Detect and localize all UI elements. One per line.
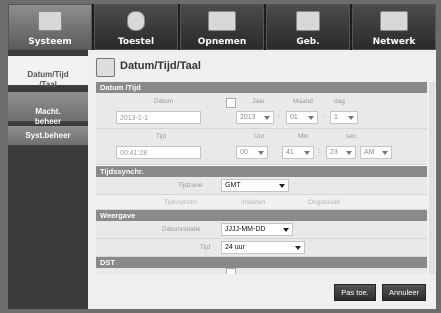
year-select[interactable]: 2013: [236, 111, 274, 124]
rec-icon: [208, 11, 236, 31]
time-format-select[interactable]: 24 uur: [221, 241, 305, 254]
second-select[interactable]: 23: [326, 146, 356, 159]
year-value: 2013: [240, 114, 256, 121]
tab-label: Opnemen: [197, 37, 247, 47]
sidebar-item-macht-beheer[interactable]: Macht. beheer: [8, 92, 88, 126]
section-header-weergave: Weergave: [96, 210, 427, 221]
tab-toestel[interactable]: Toestel: [94, 4, 178, 50]
monitor-icon: [38, 11, 62, 31]
page-title: Datum/Tijd/Taal: [120, 60, 201, 72]
main-tab-bar: Systeem Toestel Opnemen Geb. Netwerk: [8, 4, 436, 50]
timezone-label: Tijdzone: [178, 182, 203, 189]
date-separator: -: [278, 113, 281, 120]
date-row: Datum 2013-1-1 Jaar Maand dag 2013 - 01 …: [96, 93, 427, 129]
date-checkbox[interactable]: [226, 98, 236, 108]
time-format-value: 24 uur: [225, 244, 245, 251]
time-sync-label: Tijdssynchr.: [164, 199, 199, 206]
day-value: 1: [334, 114, 338, 121]
minute-label: Min: [298, 133, 309, 140]
tab-label: Systeem: [28, 37, 72, 47]
timezone-select[interactable]: GMT: [221, 179, 289, 192]
day-label: dag: [334, 98, 345, 105]
network-icon: [380, 11, 408, 31]
date-label: Datum: [154, 98, 174, 105]
sidebar-item-datum-tijd-taal[interactable]: Datum/Tijd /Taal: [8, 56, 88, 89]
sidebar-item-label: Syst.beheer: [25, 131, 71, 140]
sidebar-item-label: Datum/Tijd /Taal: [27, 70, 69, 89]
settings-icon: [96, 58, 115, 77]
minute-select[interactable]: 41: [282, 146, 314, 159]
month-select[interactable]: 01: [286, 111, 318, 124]
time-sync-setup-button[interactable]: Instellen: [241, 199, 265, 206]
settings-form: Datum /Tijd Datum 2013-1-1 Jaar Maand da…: [96, 82, 427, 274]
chevron-down-icon: [283, 228, 289, 232]
minute-value: 41: [286, 149, 294, 156]
event-icon: [296, 11, 320, 31]
chevron-down-icon: [346, 151, 352, 155]
time-label: Tijd: [156, 133, 167, 140]
camera-icon: [127, 11, 145, 31]
time-format-row: Tijd 24 uur: [96, 239, 427, 257]
tab-geb[interactable]: Geb.: [266, 4, 350, 50]
second-label: sec.: [346, 133, 358, 140]
time-format-label: Tijd: [200, 244, 211, 251]
day-select[interactable]: 1: [330, 111, 358, 124]
cancel-button[interactable]: Annuleer: [382, 284, 426, 301]
panel-header: Datum/Tijd/Taal: [94, 57, 430, 77]
chevron-down-icon: [258, 151, 264, 155]
ampm-value: AM: [364, 149, 375, 156]
dst-checkbox[interactable]: [226, 268, 236, 274]
sidebar-item-label: Macht. beheer: [34, 107, 62, 126]
date-format-value: JJJJ-MM-DD: [225, 226, 266, 233]
hour-select[interactable]: 00: [236, 146, 268, 159]
time-field[interactable]: 00:41:28: [116, 146, 201, 159]
time-sync-row: Tijdssynchr. Instellen Ongebruikt: [96, 195, 427, 210]
screen-frame: Systeem Toestel Opnemen Geb. Netwerk Dat…: [0, 0, 441, 313]
chevron-down-icon: [382, 151, 388, 155]
settings-panel: Datum/Tijd/Taal Datum /Tijd Datum 2013-1…: [88, 50, 436, 309]
tab-label: Toestel: [117, 37, 155, 47]
hour-label: Uur: [254, 133, 265, 140]
apply-button[interactable]: Pas toe.: [334, 284, 376, 301]
chevron-down-icon: [264, 116, 270, 120]
section-header-tijdssynchr: Tijdssynchr.: [96, 166, 427, 177]
date-field[interactable]: 2013-1-1: [116, 111, 201, 124]
second-value: 23: [330, 149, 338, 156]
time-separator: :: [318, 148, 320, 155]
date-format-row: Datumnotatie JJJJ-MM-DD: [96, 221, 427, 239]
hour-value: 00: [240, 149, 248, 156]
date-format-select[interactable]: JJJJ-MM-DD: [221, 223, 293, 236]
app-window: Systeem Toestel Opnemen Geb. Netwerk Dat…: [8, 4, 436, 309]
tab-label: Geb.: [296, 37, 320, 47]
section-header-datum-tijd: Datum /Tijd: [96, 82, 427, 93]
sidebar-item-syst-beheer[interactable]: Syst.beheer: [8, 126, 88, 146]
chevron-down-icon: [279, 184, 285, 188]
timezone-row: Tijdzone GMT: [96, 177, 427, 195]
dst-row: [96, 268, 427, 274]
year-label: Jaar: [252, 98, 265, 105]
chevron-down-icon: [295, 246, 301, 250]
sidebar: Datum/Tijd /Taal Macht. beheer Syst.behe…: [8, 50, 88, 309]
ampm-select[interactable]: AM: [360, 146, 392, 159]
month-value: 01: [290, 114, 298, 121]
month-label: Maand: [293, 98, 313, 105]
date-separator: -: [322, 113, 325, 120]
time-row: Tijd 00:41:28 Uur Min sec. 00 : 41 : 23 …: [96, 129, 427, 165]
chevron-down-icon: [304, 151, 310, 155]
timezone-value: GMT: [225, 182, 241, 189]
scrollbar[interactable]: [429, 82, 435, 274]
tab-netwerk[interactable]: Netwerk: [352, 4, 436, 50]
time-separator: :: [272, 148, 274, 155]
time-sync-status: Ongebruikt: [308, 199, 340, 206]
chevron-down-icon: [308, 116, 314, 120]
date-format-label: Datumnotatie: [162, 226, 201, 233]
section-header-dst: DST: [96, 257, 427, 268]
chevron-down-icon: [348, 116, 354, 120]
tab-label: Netwerk: [372, 37, 416, 47]
tab-systeem[interactable]: Systeem: [8, 4, 92, 50]
tab-opnemen[interactable]: Opnemen: [180, 4, 264, 50]
